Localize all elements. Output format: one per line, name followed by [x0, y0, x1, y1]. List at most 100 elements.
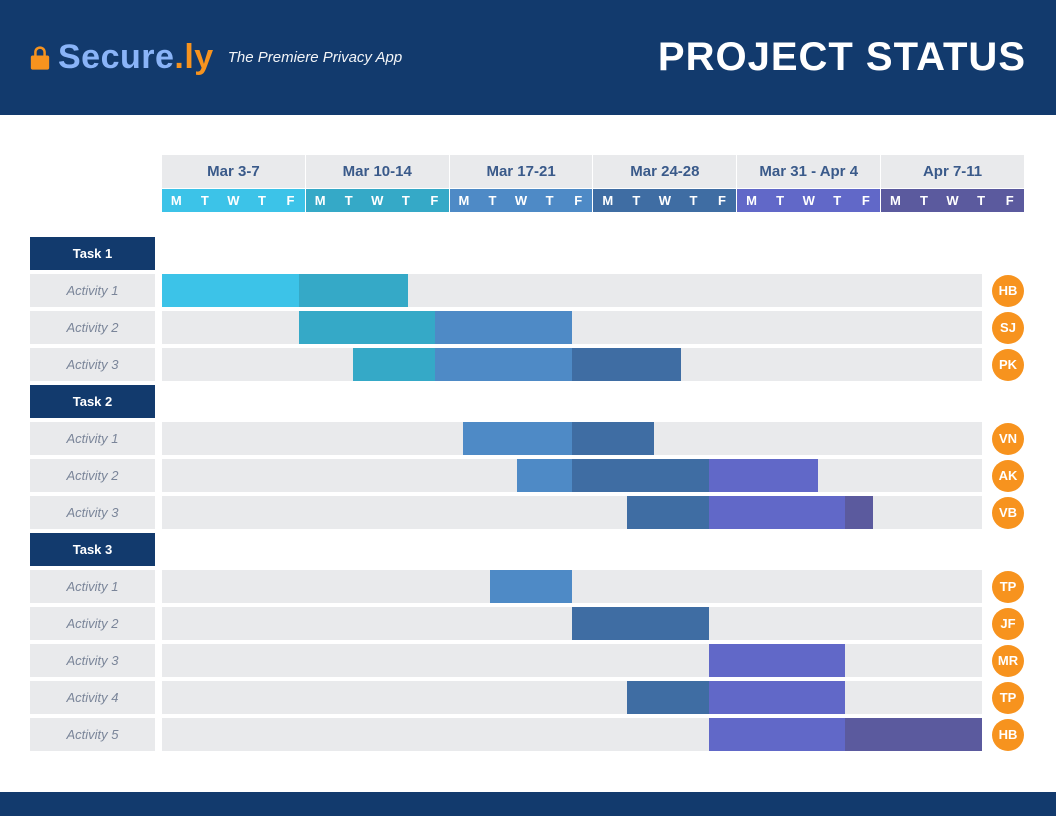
- gantt-bar: [299, 274, 408, 307]
- gantt-chart: Mar 3-7Mar 10-14Mar 17-21Mar 24-28Mar 31…: [0, 115, 1056, 751]
- row-track: [162, 237, 982, 270]
- row-track: [162, 311, 982, 344]
- gantt-bar: [435, 348, 572, 381]
- gantt-bar: [572, 459, 709, 492]
- day-header: F: [564, 189, 593, 212]
- row-track: [162, 570, 982, 603]
- gantt-bar: [627, 681, 709, 714]
- activity-row: Activity 5HB: [30, 718, 1024, 751]
- activity-row: Activity 2AK: [30, 459, 1024, 492]
- day-header: T: [910, 189, 939, 212]
- day-header: M: [737, 189, 766, 212]
- logo: Secure.ly: [30, 38, 214, 77]
- day-header: M: [162, 189, 191, 212]
- day-header: W: [363, 189, 392, 212]
- week-header: Apr 7-11: [881, 155, 1024, 188]
- gantt-bar: [435, 311, 572, 344]
- gantt-bar: [572, 422, 654, 455]
- day-header: T: [392, 189, 421, 212]
- day-header: T: [334, 189, 363, 212]
- gantt-bar: [463, 422, 572, 455]
- gantt-bar: [572, 348, 681, 381]
- activity-label: Activity 2: [30, 607, 155, 640]
- gantt-bar: [572, 607, 709, 640]
- activity-label: Activity 1: [30, 274, 155, 307]
- activity-label: Activity 3: [30, 496, 155, 529]
- row-track: [162, 348, 982, 381]
- activity-label: Activity 2: [30, 311, 155, 344]
- day-header-row: MTWTFMTWTFMTWTFMTWTFMTWTFMTWTF: [162, 189, 1024, 212]
- owner-avatar: TP: [992, 571, 1024, 603]
- gantt-bar: [845, 496, 872, 529]
- activity-row: Activity 3 PK: [30, 348, 1024, 381]
- day-header: F: [420, 189, 449, 212]
- logo-secure: Secure: [58, 38, 174, 76]
- lock-icon: [30, 46, 50, 70]
- day-header: W: [507, 189, 536, 212]
- day-header: T: [535, 189, 564, 212]
- logo-ly: ly: [184, 38, 213, 76]
- row-track: [162, 274, 982, 307]
- gantt-bar: [517, 459, 572, 492]
- day-header: T: [967, 189, 996, 212]
- owner-avatar: HB: [992, 275, 1024, 307]
- gantt-bar: [709, 496, 846, 529]
- owner-avatar: SJ: [992, 312, 1024, 344]
- owner-avatar: TP: [992, 682, 1024, 714]
- gantt-bar: [162, 274, 299, 307]
- owner-avatar: VN: [992, 423, 1024, 455]
- row-track: [162, 459, 982, 492]
- day-header-group: MTWTF: [162, 189, 305, 212]
- task-label: Task 1: [30, 237, 155, 270]
- day-header-group: MTWTF: [450, 189, 593, 212]
- day-header: F: [276, 189, 305, 212]
- day-header: W: [219, 189, 248, 212]
- row-track: [162, 681, 982, 714]
- gantt-bar: [709, 459, 818, 492]
- activity-label: Activity 1: [30, 570, 155, 603]
- week-header: Mar 24-28: [593, 155, 736, 188]
- activity-row: Activity 3MR: [30, 644, 1024, 677]
- day-header: T: [191, 189, 220, 212]
- task-row: Task 1: [30, 237, 1024, 270]
- day-header: T: [248, 189, 277, 212]
- task-label: Task 2: [30, 385, 155, 418]
- gantt-bar: [845, 718, 982, 751]
- row-track: [162, 644, 982, 677]
- day-header: F: [995, 189, 1024, 212]
- day-header: F: [708, 189, 737, 212]
- owner-avatar: VB: [992, 497, 1024, 529]
- activity-row: Activity 4 TP: [30, 681, 1024, 714]
- day-header: T: [622, 189, 651, 212]
- day-header-group: MTWTF: [306, 189, 449, 212]
- day-header-group: MTWTF: [593, 189, 736, 212]
- row-track: [162, 718, 982, 751]
- week-header: Mar 10-14: [306, 155, 449, 188]
- row-track: [162, 385, 982, 418]
- activity-label: Activity 3: [30, 644, 155, 677]
- week-header-row: Mar 3-7Mar 10-14Mar 17-21Mar 24-28Mar 31…: [162, 155, 1024, 188]
- gantt-bar: [709, 644, 846, 677]
- task-label: Task 3: [30, 533, 155, 566]
- day-header: W: [794, 189, 823, 212]
- day-header: F: [852, 189, 881, 212]
- day-header: M: [593, 189, 622, 212]
- activity-row: Activity 2 JF: [30, 607, 1024, 640]
- day-header: T: [766, 189, 795, 212]
- gantt-bar: [299, 311, 436, 344]
- day-header: T: [478, 189, 507, 212]
- tagline: The Premiere Privacy App: [228, 49, 403, 66]
- day-header: W: [651, 189, 680, 212]
- owner-avatar: JF: [992, 608, 1024, 640]
- activity-row: Activity 1 TP: [30, 570, 1024, 603]
- owner-avatar: PK: [992, 349, 1024, 381]
- gantt-bar: [353, 348, 435, 381]
- gantt-bar: [490, 570, 572, 603]
- activity-label: Activity 4: [30, 681, 155, 714]
- activity-row: Activity 1VN: [30, 422, 1024, 455]
- row-track: [162, 607, 982, 640]
- owner-avatar: AK: [992, 460, 1024, 492]
- page-title: PROJECT STATUS: [658, 35, 1026, 80]
- activity-row: Activity 2 SJ: [30, 311, 1024, 344]
- activity-label: Activity 3: [30, 348, 155, 381]
